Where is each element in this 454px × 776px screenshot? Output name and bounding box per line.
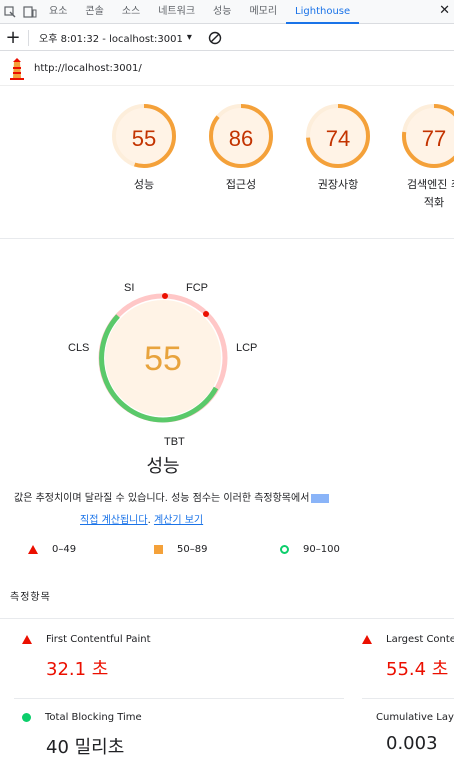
gauge-label: 권장사항 [317,178,359,191]
description-text: 값은 추정치이며 달라질 수 있습니다. 성능 점수는 이러한 측정항목에서 [14,493,310,504]
devtools-tabbar: 요소 콘솔 소스 네트워크 성능 메모리 Lighthouse ✕ [0,0,454,24]
lighthouse-logo-icon [10,57,24,80]
legend-pass-label: 90–100 [303,544,340,555]
gauge-score: 77 [421,126,447,151]
close-icon[interactable]: ✕ [439,3,450,18]
fcp-marker [162,293,168,299]
pass-circle-icon [280,545,289,554]
metric-name: Largest Contentful Paint [386,634,454,645]
section-divider [0,238,454,239]
metric-lcp: Largest Contentful Paint 55.4 초 [362,634,454,712]
metric-name: First Contentful Paint [46,634,151,645]
inspect-icon[interactable] [0,0,20,24]
tab-lighthouse[interactable]: Lighthouse [286,0,360,24]
dropdown-icon: ▾ [186,32,192,43]
legend-average: 50–89 [154,544,280,555]
legend-pass: 90–100 [280,544,406,555]
category-gauges: 55 성능 86 접근성 74 권장사항 77 검색엔진 최적화 [0,96,454,236]
metrics-title: 측정항목 [10,592,51,603]
metrics-divider [0,618,454,619]
metric-label-tbt: TBT [164,436,185,448]
gauge-label: 성능 [133,178,155,191]
direct-calc-link[interactable]: 직접 계산됩니다 [80,515,148,526]
calculator-icon[interactable] [311,493,330,503]
metric-name: Total Blocking Time [45,712,142,723]
tab-network[interactable]: 네트워크 [149,0,204,24]
metric-name: Cumulative Layout Shift [376,712,454,723]
fail-triangle-icon [22,635,32,644]
tab-memory[interactable]: 메모리 [240,0,286,24]
gauge-seo[interactable]: 77 검색엔진 최적화 [394,102,454,212]
gauge-label: 검색엔진 최적화 [406,178,454,209]
metric-value: 55.4 초 [386,659,449,680]
report-toolbar: + 오후 8:01:32 - localhost:3001 ▾ [0,25,454,51]
calculator-link[interactable]: 계산기 보기 [154,515,203,526]
fail-triangle-icon [28,545,38,554]
tab-console[interactable]: 콘솔 [76,0,112,24]
metrics-row-divider [14,698,344,699]
score-legend: 0–49 50–89 90–100 [28,544,448,555]
gauge-best-practices[interactable]: 74 권장사항 [298,102,378,194]
url-row: http://localhost:3001/ [0,52,454,86]
report-select[interactable]: 오후 8:01:32 - localhost:3001 ▾ [35,30,192,45]
tab-performance[interactable]: 성능 [204,0,240,24]
average-square-icon [154,545,163,554]
metric-value: 0.003 [386,733,438,754]
metric-label-si: SI [124,282,135,294]
gauge-label: 접근성 [225,178,257,191]
report-url: http://localhost:3001/ [34,63,142,74]
lcp-marker [203,311,209,317]
gauge-score: 74 [325,126,351,151]
performance-description: 값은 추정치이며 달라질 수 있습니다. 성능 점수는 이러한 측정항목에서 직… [14,488,444,532]
metrics-row-divider [362,698,454,699]
legend-fail: 0–49 [28,544,154,555]
metric-label-cls: CLS [68,342,90,354]
tab-elements[interactable]: 요소 [40,0,76,24]
report-select-label: 오후 8:01:32 - localhost:3001 [39,34,183,45]
metric-cls: Cumulative Layout Shift 0.003 [362,712,454,776]
toolbar-separator [28,29,29,46]
legend-average-label: 50–89 [177,544,208,555]
metric-value: 32.1 초 [46,659,109,680]
add-icon[interactable]: + [0,26,26,50]
gauge-score: 86 [228,126,254,151]
fail-triangle-icon [362,635,372,644]
block-icon[interactable] [208,31,222,45]
metric-label-fcp: FCP [186,282,208,294]
metric-tbt: Total Blocking Time 40 밀리초 [22,712,352,776]
tab-sources[interactable]: 소스 [113,0,149,24]
metric-fcp: First Contentful Paint 32.1 초 [22,634,352,712]
gauge-score: 55 [131,126,157,151]
gauge-performance[interactable]: 55 성능 [104,102,184,194]
metric-value: 40 밀리초 [46,737,125,758]
legend-fail-label: 0–49 [52,544,77,555]
metric-label-lcp: LCP [236,342,258,354]
performance-title: 성능 [146,456,180,477]
device-toggle-icon[interactable] [20,0,40,24]
gauge-accessibility[interactable]: 86 접근성 [201,102,281,194]
pass-dot-icon [22,713,31,722]
